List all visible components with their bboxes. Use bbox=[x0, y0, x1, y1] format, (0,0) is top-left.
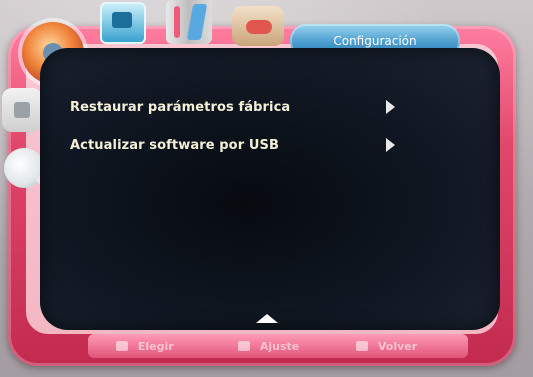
help-back: Volver bbox=[356, 340, 417, 353]
help-select-label: Elegir bbox=[137, 340, 174, 353]
page-title: Configuración bbox=[333, 34, 417, 48]
magnifier-icon[interactable] bbox=[4, 148, 44, 188]
back-key-icon bbox=[356, 341, 368, 351]
select-key-icon bbox=[116, 341, 128, 351]
help-adjust: Ajuste bbox=[238, 340, 299, 353]
tv-screen: Configuración Restaurar parámetros fábri… bbox=[0, 0, 533, 377]
tv-icon[interactable] bbox=[100, 2, 146, 44]
menu-item-usb-update[interactable]: Actualizar software por USB bbox=[70, 138, 400, 160]
help-bar: Elegir Ajuste Volver bbox=[88, 334, 468, 358]
menu-item-factory-reset[interactable]: Restaurar parámetros fábrica bbox=[70, 100, 400, 122]
help-back-label: Volver bbox=[377, 340, 418, 353]
media-icon[interactable] bbox=[166, 0, 212, 44]
arrow-right-icon bbox=[386, 100, 395, 114]
scroll-up-icon[interactable] bbox=[256, 314, 278, 323]
arrow-right-icon bbox=[386, 138, 395, 152]
tools-icon[interactable] bbox=[232, 6, 284, 46]
menu-item-label: Actualizar software por USB bbox=[70, 138, 279, 153]
help-adjust-label: Ajuste bbox=[259, 340, 300, 353]
help-select: Elegir bbox=[116, 340, 174, 353]
adjust-key-icon bbox=[238, 341, 250, 351]
menu-item-label: Restaurar parámetros fábrica bbox=[70, 100, 291, 115]
settings-panel: Restaurar parámetros fábrica Actualizar … bbox=[40, 48, 500, 330]
lock-icon[interactable] bbox=[2, 88, 42, 132]
